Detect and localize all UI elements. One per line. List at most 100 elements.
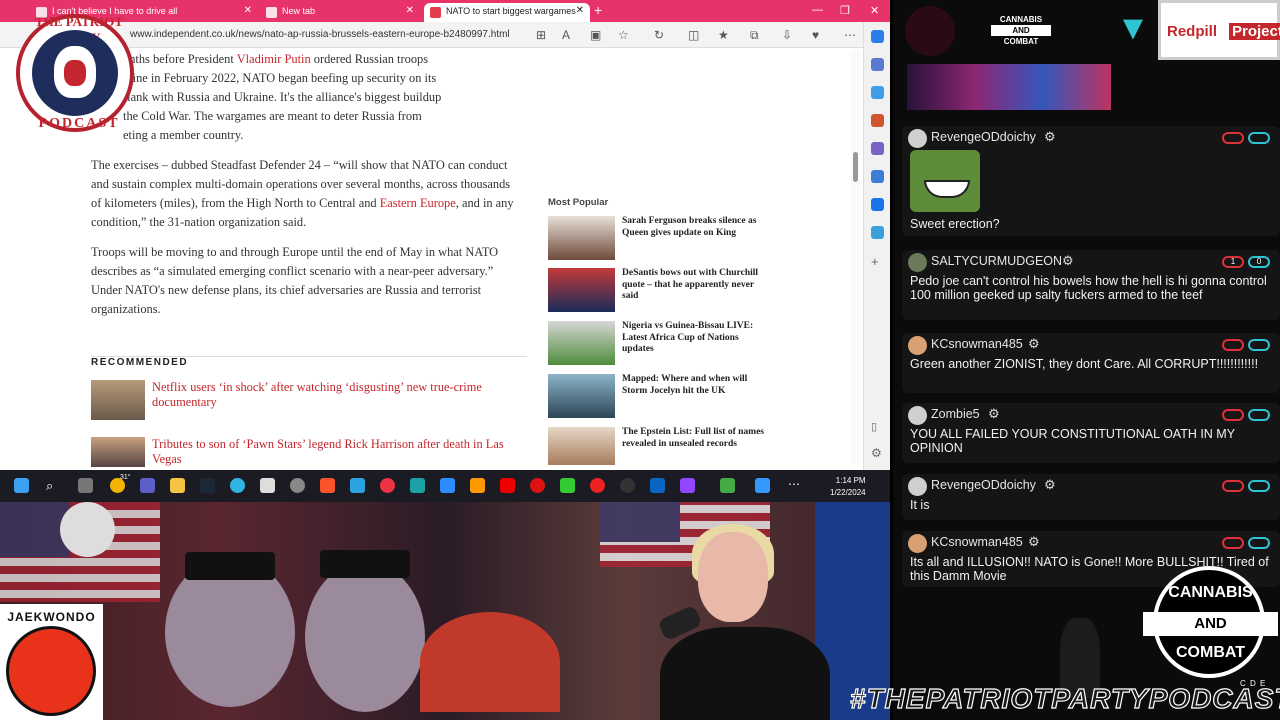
downvote-icon[interactable] xyxy=(1222,480,1244,492)
sidebar-layout-icon[interactable]: ▯ xyxy=(871,420,884,433)
upvote-icon[interactable] xyxy=(1248,537,1270,549)
gear-icon[interactable]: ⚙ xyxy=(1044,477,1056,493)
tab-nato[interactable]: NATO to start biggest wargames ✕ xyxy=(424,3,590,22)
upvote-icon[interactable] xyxy=(1248,339,1270,351)
teams-icon[interactable] xyxy=(140,478,155,493)
telegram-icon[interactable] xyxy=(350,478,365,493)
obs-icon[interactable] xyxy=(620,478,635,493)
overflow-icon[interactable]: ⋯ xyxy=(788,477,800,491)
chat-username[interactable]: KCsnowman485 xyxy=(931,337,1023,351)
chrome-icon[interactable] xyxy=(380,478,395,493)
start-icon[interactable] xyxy=(14,478,29,493)
apps-icon[interactable]: ⊞ xyxy=(536,28,546,42)
read-aloud-icon[interactable]: A xyxy=(562,28,570,42)
page-scrollbar[interactable] xyxy=(851,50,860,464)
vlc-icon[interactable] xyxy=(470,478,485,493)
store-icon[interactable] xyxy=(260,478,275,493)
close-tab-icon[interactable]: ✕ xyxy=(576,5,584,16)
people-icon[interactable] xyxy=(871,142,884,155)
circle-app-icon[interactable] xyxy=(871,170,884,183)
file-explorer-icon[interactable] xyxy=(170,478,185,493)
gear-icon[interactable]: ⚙ xyxy=(1044,129,1056,145)
close-window-icon[interactable]: ✕ xyxy=(870,4,879,17)
url-text[interactable]: www.independent.co.uk/news/nato-ap-russi… xyxy=(130,29,510,40)
chat-username[interactable]: Zombie5 xyxy=(931,407,980,421)
system-clock[interactable]: 1:14 PM 1/22/2024 xyxy=(830,475,866,499)
reader-icon[interactable]: ▣ xyxy=(590,28,601,42)
eastern-europe-link[interactable]: Eastern Europe xyxy=(380,196,456,210)
upvote-icon[interactable] xyxy=(1248,132,1270,144)
most-popular-title[interactable]: Sarah Ferguson breaks silence as Queen g… xyxy=(622,216,768,239)
most-popular-title[interactable]: DeSantis bows out with Churchill quote –… xyxy=(622,268,768,303)
recommended-title[interactable]: Tributes to son of ‘Pawn Stars’ legend R… xyxy=(152,437,532,467)
add-icon[interactable]: + xyxy=(871,254,884,269)
new-tab-button[interactable]: + xyxy=(594,2,602,18)
gear-icon[interactable]: ⚙ xyxy=(1028,534,1040,550)
gear-icon[interactable]: ⚙ xyxy=(988,406,1000,422)
scroll-thumb[interactable] xyxy=(853,152,858,182)
gear-icon[interactable]: ⚙ xyxy=(1028,336,1040,352)
refresh-icon[interactable]: ↻ xyxy=(654,28,664,42)
youtube-icon[interactable] xyxy=(500,478,515,493)
putin-link[interactable]: Vladimir Putin xyxy=(237,52,311,66)
favorites-icon[interactable]: ★ xyxy=(718,28,729,42)
briefcase-icon[interactable] xyxy=(871,114,884,127)
downvote-icon[interactable] xyxy=(1222,132,1244,144)
downvote-icon[interactable] xyxy=(1222,339,1244,351)
downvote-icon[interactable] xyxy=(1222,409,1244,421)
recommended-title[interactable]: Netflix users ‘in shock’ after watching … xyxy=(152,380,532,410)
favorite-star-icon[interactable]: ☆ xyxy=(618,28,629,42)
thumbnail-image xyxy=(548,321,615,365)
upvote-icon[interactable] xyxy=(1248,409,1270,421)
app3-icon[interactable] xyxy=(720,478,735,493)
close-tab-icon[interactable]: ✕ xyxy=(406,5,414,16)
outlook-icon[interactable] xyxy=(871,198,884,211)
close-tab-icon[interactable]: ✕ xyxy=(244,5,252,16)
most-popular-title[interactable]: The Epstein List: Full list of names rev… xyxy=(622,427,768,450)
app2-icon[interactable] xyxy=(650,478,665,493)
downloads-icon[interactable]: ⇩ xyxy=(782,28,792,42)
avatar xyxy=(908,534,927,553)
tag-icon[interactable] xyxy=(871,86,884,99)
settings-gear-icon[interactable]: ⚙ xyxy=(871,446,884,460)
maximize-icon[interactable]: ❐ xyxy=(840,4,850,17)
minimize-icon[interactable]: — xyxy=(812,4,823,16)
most-popular-title[interactable]: Mapped: Where and when will Storm Jocely… xyxy=(622,374,768,397)
article-body: onths before President Vladimir Putin or… xyxy=(91,50,521,330)
more-icon[interactable]: ⋯ xyxy=(844,28,856,42)
rumble-icon[interactable] xyxy=(560,478,575,493)
edge-sidebar: + ▯ ⚙ xyxy=(863,22,890,470)
most-popular-title[interactable]: Nigeria vs Guinea-Bissau LIVE: Latest Af… xyxy=(622,321,768,356)
send-icon[interactable] xyxy=(871,226,884,239)
settings-icon[interactable] xyxy=(290,478,305,493)
chat-username[interactable]: KCsnowman485 xyxy=(931,535,1023,549)
search-icon[interactable] xyxy=(871,58,884,71)
copilot-icon[interactable] xyxy=(871,30,884,43)
collections-icon[interactable]: ⧉ xyxy=(750,28,759,43)
host xyxy=(640,524,840,720)
outlook-icon[interactable] xyxy=(755,478,770,493)
downvote-count[interactable]: 1 xyxy=(1222,256,1244,268)
brave-icon[interactable] xyxy=(320,478,335,493)
chat-username[interactable]: RevengeODdoichy xyxy=(931,478,1036,492)
record-icon[interactable] xyxy=(590,478,605,493)
search-icon[interactable]: ⌕ xyxy=(46,478,61,493)
tab-label: NATO to start biggest wargames xyxy=(446,6,576,16)
tab-new[interactable]: New tab ✕ xyxy=(260,3,420,22)
gear-icon[interactable]: ⚙ xyxy=(1062,253,1074,269)
upvote-count[interactable]: 0 xyxy=(1248,256,1270,268)
upvote-icon[interactable] xyxy=(1248,480,1270,492)
extensions-icon[interactable]: ♥ xyxy=(812,28,819,42)
zoom-icon[interactable] xyxy=(440,478,455,493)
recommended-heading: RECOMMENDED xyxy=(91,356,527,368)
twitch-icon[interactable] xyxy=(680,478,695,493)
downvote-icon[interactable] xyxy=(1222,537,1244,549)
chat-username[interactable]: RevengeODdoichy xyxy=(931,130,1036,144)
split-screen-icon[interactable]: ◫ xyxy=(688,28,699,42)
chat-username[interactable]: SALTYCURMUDGEON xyxy=(931,254,1062,268)
task-view-icon[interactable] xyxy=(78,478,93,493)
app-icon[interactable] xyxy=(410,478,425,493)
opera-icon[interactable] xyxy=(530,478,545,493)
edge-icon[interactable] xyxy=(230,478,245,493)
steam-icon[interactable] xyxy=(200,478,215,493)
